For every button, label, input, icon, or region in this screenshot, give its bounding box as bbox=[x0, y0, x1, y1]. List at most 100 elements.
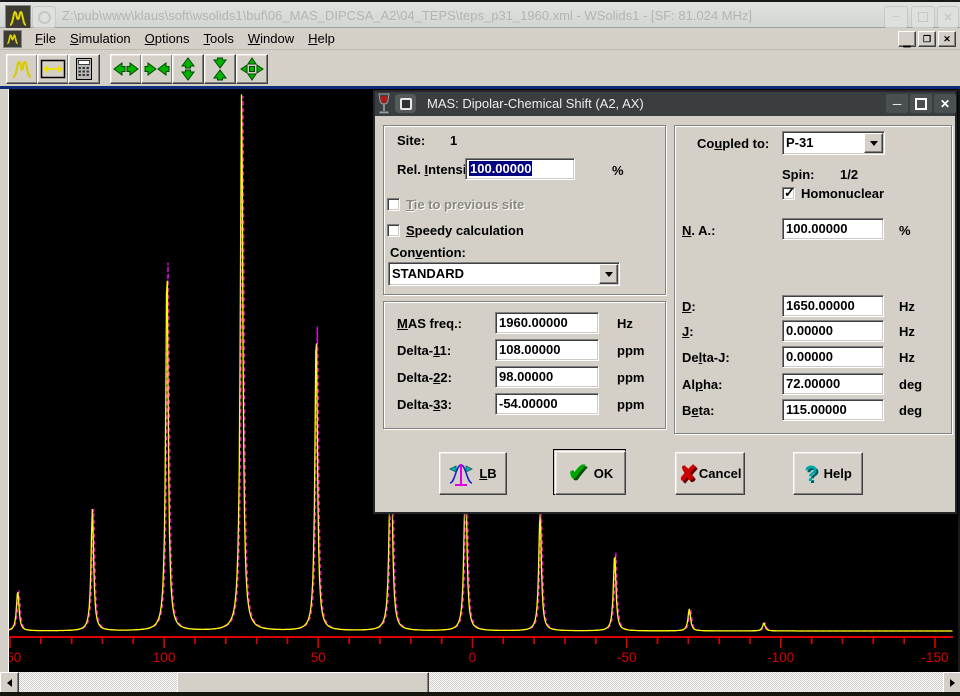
app-window-icon[interactable] bbox=[5, 5, 31, 30]
horizontal-scrollbar[interactable] bbox=[0, 672, 960, 692]
speedy-calculation-checkbox[interactable] bbox=[387, 224, 400, 237]
dialog-close-button[interactable]: ✕ bbox=[934, 94, 956, 113]
toolbar-shrink-horizontal-button[interactable] bbox=[141, 54, 173, 84]
lineshape-lb-icon bbox=[449, 461, 473, 487]
delta-j-unit: Hz bbox=[899, 350, 915, 365]
menu-options[interactable]: Options bbox=[138, 29, 197, 48]
mdi-child-icon[interactable] bbox=[3, 30, 22, 48]
toolbar-stretch-horizontal-button[interactable] bbox=[110, 54, 142, 84]
mdi-minimize-button[interactable]: ▁ bbox=[898, 31, 916, 47]
delta11-label: Delta-11: bbox=[397, 343, 451, 358]
dialog-body: Site: 1 Rel. Intensity: 100.00000 % Tie … bbox=[375, 116, 955, 512]
svg-text:-50: -50 bbox=[617, 650, 637, 665]
toolbar bbox=[0, 50, 960, 86]
mas-freq-label: MAS freq.: bbox=[397, 316, 462, 331]
window-menu-icon[interactable] bbox=[32, 6, 56, 28]
tie-previous-site-label: Tie to previous site bbox=[406, 197, 524, 212]
delta33-input[interactable]: -54.00000 bbox=[495, 393, 599, 415]
menu-window[interactable]: Window bbox=[241, 29, 301, 48]
mas-freq-input[interactable]: 1960.00000 bbox=[495, 312, 599, 334]
beta-input[interactable]: 115.00000 bbox=[782, 399, 884, 421]
d-label: D: bbox=[682, 299, 696, 314]
toolbar-stretch-vertical-button[interactable] bbox=[172, 54, 204, 84]
lb-button[interactable]: LB bbox=[439, 452, 507, 495]
spin-value: 1/2 bbox=[840, 167, 858, 182]
convention-combobox[interactable]: STANDARD bbox=[388, 262, 620, 286]
left-frame bbox=[0, 89, 9, 672]
speedy-calculation-label: Speedy calculation bbox=[406, 223, 524, 238]
tie-previous-site-checkbox[interactable] bbox=[387, 198, 400, 211]
dialog-title: MAS: Dipolar-Chemical Shift (A2, AX) bbox=[427, 96, 644, 111]
j-input[interactable]: 0.00000 bbox=[782, 320, 884, 342]
dialog-titlebar[interactable]: MAS: Dipolar-Chemical Shift (A2, AX) ─ ✕ bbox=[375, 92, 955, 116]
d-input[interactable]: 1650.00000 bbox=[782, 295, 884, 317]
dialog-system-menu-button[interactable] bbox=[395, 94, 416, 113]
menu-file[interactable]: File bbox=[28, 29, 63, 48]
minimize-button[interactable]: ─ bbox=[884, 6, 908, 28]
alpha-label: Alpha: bbox=[682, 377, 722, 392]
delta-j-label: Delta-J: bbox=[682, 350, 730, 365]
wsolids-window: Z:\pub\www\klaus\soft\wsolids1\buf\06_MA… bbox=[0, 0, 960, 696]
chevron-down-icon bbox=[605, 272, 613, 277]
delta33-unit: ppm bbox=[617, 397, 644, 412]
toolbar-calculator-button[interactable] bbox=[68, 54, 100, 84]
check-icon: ✔ bbox=[568, 463, 588, 483]
na-unit: % bbox=[899, 223, 911, 238]
question-mark-icon: ? bbox=[804, 464, 817, 484]
svg-text:50: 50 bbox=[311, 650, 326, 665]
scroll-right-button[interactable] bbox=[943, 672, 960, 694]
maximize-icon bbox=[915, 98, 927, 110]
na-input[interactable]: 100.00000 bbox=[782, 218, 884, 240]
cancel-button[interactable]: ✘ Cancel bbox=[675, 452, 745, 495]
mdi-restore-button[interactable]: ❐ bbox=[918, 31, 936, 47]
svg-text:100: 100 bbox=[153, 650, 176, 665]
j-unit: Hz bbox=[899, 324, 915, 339]
close-button[interactable]: ✕ bbox=[937, 6, 959, 28]
scrollbar-thumb[interactable] bbox=[177, 672, 429, 694]
stretch-vertical-icon bbox=[179, 57, 197, 81]
ok-default-ring: ✔ OK bbox=[553, 449, 626, 495]
cancel-button-label: Cancel bbox=[699, 466, 742, 481]
convention-dropdown-button[interactable] bbox=[599, 264, 618, 284]
menubar: File Simulation Options Tools Window Hel… bbox=[0, 28, 960, 50]
toolbar-wsolids-logo-button[interactable] bbox=[6, 54, 38, 84]
delta11-unit: ppm bbox=[617, 343, 644, 358]
homonuclear-checkbox[interactable]: ✓ bbox=[782, 187, 795, 200]
convention-label: Convention: bbox=[390, 245, 466, 260]
arrow-left-icon bbox=[7, 679, 12, 687]
delta-j-input[interactable]: 0.00000 bbox=[782, 346, 884, 368]
ok-button-label: OK bbox=[594, 466, 614, 481]
coupled-to-dropdown-button[interactable] bbox=[864, 133, 883, 153]
dialog-minimize-button[interactable]: ─ bbox=[886, 94, 908, 113]
check-icon: ✓ bbox=[784, 185, 795, 201]
toolbar-shrink-vertical-button[interactable] bbox=[204, 54, 236, 84]
spin-label: Spin: bbox=[782, 167, 815, 182]
svg-text:-100: -100 bbox=[767, 650, 794, 665]
delta11-input[interactable]: 108.00000 bbox=[495, 339, 599, 361]
wine-glass-icon bbox=[375, 93, 393, 115]
toolbar-fit-all-button[interactable] bbox=[236, 54, 268, 84]
menu-help[interactable]: Help bbox=[301, 29, 342, 48]
rel-intensity-input[interactable]: 100.00000 bbox=[465, 158, 575, 180]
svg-text:-150: -150 bbox=[921, 650, 948, 665]
coupled-to-combobox[interactable]: P-31 bbox=[782, 131, 885, 155]
coupled-to-label: Coupled to: bbox=[697, 136, 769, 151]
svg-text:0: 0 bbox=[469, 650, 477, 665]
menu-simulation[interactable]: Simulation bbox=[63, 29, 138, 48]
window-title: Z:\pub\www\klaus\soft\wsolids1\buf\06_MA… bbox=[62, 8, 752, 23]
maximize-button[interactable] bbox=[911, 6, 935, 28]
dialog-maximize-button[interactable] bbox=[910, 94, 932, 113]
alpha-input[interactable]: 72.00000 bbox=[782, 373, 884, 395]
mas-freq-unit: Hz bbox=[617, 316, 633, 331]
beta-unit: deg bbox=[899, 403, 922, 418]
delta22-input[interactable]: 98.00000 bbox=[495, 366, 599, 388]
scroll-left-button[interactable] bbox=[0, 672, 19, 694]
help-button[interactable]: ? Help bbox=[793, 452, 863, 495]
lb-button-label: LB bbox=[479, 466, 496, 481]
mdi-close-button[interactable]: ✕ bbox=[938, 31, 956, 47]
ok-button[interactable]: ✔ OK bbox=[555, 451, 626, 495]
menu-tools[interactable]: Tools bbox=[197, 29, 241, 48]
fit-all-icon bbox=[240, 57, 264, 81]
toolbar-expand-horizontal-button[interactable] bbox=[37, 54, 69, 84]
maximize-icon bbox=[918, 12, 928, 22]
